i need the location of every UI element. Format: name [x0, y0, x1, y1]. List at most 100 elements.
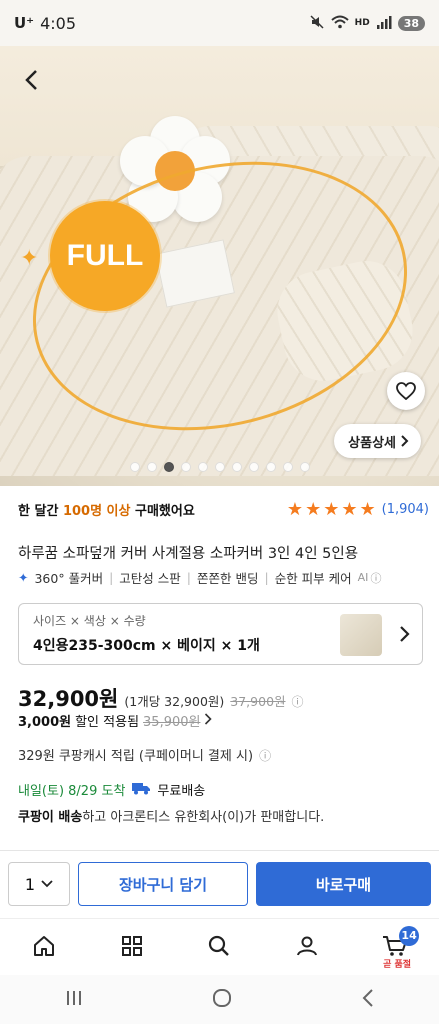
cash-text: 329원 쿠팡캐시 적립 (쿠페이머니 결제 시): [18, 749, 254, 764]
info-icon[interactable]: ⓘ: [292, 693, 304, 710]
quantity-select[interactable]: 1: [8, 862, 70, 906]
option-thumbnail: [340, 614, 382, 656]
info-icon[interactable]: ⓘ: [259, 749, 271, 763]
purchase-highlight: 100명 이상: [62, 503, 131, 519]
search-icon: [209, 935, 230, 956]
full-badge: FULL: [50, 201, 160, 311]
chevron-down-icon: [41, 880, 53, 888]
chevron-right-icon: [399, 624, 410, 648]
heart-icon: [396, 382, 416, 400]
discount-row[interactable]: 3,000원 할인 적용됨 35,900원: [18, 711, 213, 730]
hd-icon: HD: [354, 18, 370, 28]
pagination-dot[interactable]: [248, 462, 259, 472]
add-to-cart-button[interactable]: 장바구니 담기: [78, 862, 248, 906]
bottom-tab-bar: 14 곧 품절: [0, 918, 439, 972]
original-price: 37,900원: [230, 694, 286, 709]
feature-list: ✦ 360° 풀커버 | 고탄성 스판 | 쫀쫀한 밴딩 | 순한 피부 케어 …: [18, 568, 381, 587]
divider: [0, 850, 439, 851]
carrier-label: U⁺: [14, 14, 35, 32]
cash-reward: 329원 쿠팡캐시 적립 (쿠페이머니 결제 시) ⓘ: [18, 745, 271, 764]
pagination-dot[interactable]: [146, 462, 157, 472]
product-detail-label: 상품상세: [348, 435, 396, 451]
home-system-button[interactable]: [211, 987, 233, 1013]
feature-item: 순한 피부 케어: [274, 571, 352, 586]
tab-categories[interactable]: [110, 924, 154, 968]
feature-item: 360° 풀커버: [34, 571, 104, 586]
wifi-icon: [331, 15, 349, 32]
signal-icon: [376, 15, 392, 32]
seller-bold: 쿠팡이 배송: [18, 810, 83, 825]
product-detail-button[interactable]: 상품상세: [334, 424, 421, 458]
tab-cart[interactable]: 14 곧 품절: [373, 924, 420, 970]
grid-icon: [121, 935, 142, 956]
discount-strike-price: 35,900원: [143, 715, 201, 730]
tab-my-account[interactable]: [285, 924, 329, 968]
wishlist-button[interactable]: [387, 372, 425, 410]
pagination-dot[interactable]: [231, 462, 242, 472]
star-icon: ★: [323, 498, 340, 520]
discount-text: 할인 적용됨: [75, 715, 140, 730]
info-icon[interactable]: ⓘ: [370, 570, 381, 586]
feature-divider: |: [186, 570, 191, 585]
review-count-link[interactable]: (1,904): [382, 502, 429, 517]
recent-apps-button[interactable]: [64, 989, 84, 1011]
star-icon: ★: [359, 498, 376, 520]
pagination-dot[interactable]: [214, 462, 225, 472]
delivery-date: 내일(토) 8/29 도착: [18, 784, 126, 799]
delivery-row: 내일(토) 8/29 도착 무료배송: [18, 780, 205, 799]
purchase-suffix: 구매했어요: [130, 503, 195, 519]
pagination-dot-active[interactable]: [163, 462, 174, 472]
pagination-dot[interactable]: [265, 462, 276, 472]
shipping-text: 무료배송: [157, 784, 206, 799]
purchase-prefix: 한 달간: [18, 503, 63, 519]
feature-item: 고탄성 스판: [119, 571, 181, 586]
system-navigation: [0, 975, 439, 1024]
price-row: 32,900원 (1개당 32,900원) 37,900원 ⓘ: [18, 683, 304, 713]
status-icons: HD 38: [309, 14, 425, 33]
buy-now-button[interactable]: 바로구매: [256, 862, 431, 906]
star-icon: ★: [305, 498, 322, 520]
pagination-dot[interactable]: [129, 462, 140, 472]
seller-rest: 하고 아크론티스 유한회사(이)가 판매합니다.: [82, 810, 325, 825]
sparkle-icon: ✦: [20, 246, 39, 271]
truck-icon: [131, 781, 151, 799]
discount-amount: 3,000원: [18, 715, 72, 730]
home-icon: [33, 935, 54, 956]
feature-item: 쫀쫀한 밴딩: [197, 571, 259, 586]
chevron-left-icon: [25, 70, 37, 90]
pagination-dot[interactable]: [299, 462, 310, 472]
back-button[interactable]: [12, 60, 52, 100]
product-image[interactable]: ✦ FULL: [0, 46, 439, 486]
product-title: 하루꿈 소파덮개 커버 사계절용 소파커버 3인 4인 5인용: [18, 546, 359, 562]
status-time: 4:05: [40, 13, 77, 33]
tab-search[interactable]: [197, 924, 241, 968]
home-circle-icon: [213, 988, 232, 1007]
cart-soldout-label: 곧 품절: [383, 959, 412, 970]
tab-home[interactable]: [22, 924, 66, 968]
mute-icon: [309, 14, 325, 33]
status-bar: U⁺ 4:05 HD 38: [0, 0, 439, 46]
feature-divider: |: [109, 570, 114, 585]
purchase-actions: 1 장바구니 담기 바로구매: [0, 858, 439, 910]
purchase-count-row: 한 달간 100명 이상 구매했어요 ★ ★ ★ ★ ★ (1,904): [18, 497, 429, 521]
battery-icon: 38: [397, 15, 425, 31]
image-pagination: [0, 462, 439, 472]
feature-divider: |: [264, 570, 269, 585]
back-system-button[interactable]: [361, 988, 375, 1012]
recents-icon: [66, 990, 81, 1005]
star-icon: ★: [286, 498, 304, 520]
ai-label: AI: [357, 571, 369, 584]
unit-price: (1개당 32,900원): [124, 694, 225, 709]
chevron-right-icon: [401, 435, 409, 447]
sale-price: 32,900원: [18, 687, 119, 711]
pagination-dot[interactable]: [197, 462, 208, 472]
pagination-dot[interactable]: [180, 462, 191, 472]
pagination-dot[interactable]: [282, 462, 293, 472]
chevron-right-icon: [204, 712, 213, 729]
rating-stars[interactable]: ★ ★ ★ ★ ★ (1,904): [287, 499, 429, 520]
back-icon: [362, 988, 373, 1007]
quantity-value: 1: [24, 874, 36, 894]
cart-count-badge: 14: [399, 925, 420, 946]
option-selector[interactable]: 사이즈 × 색상 × 수량 4인용235-300cm × 베이지 × 1개: [18, 603, 423, 665]
user-icon: [297, 936, 318, 955]
